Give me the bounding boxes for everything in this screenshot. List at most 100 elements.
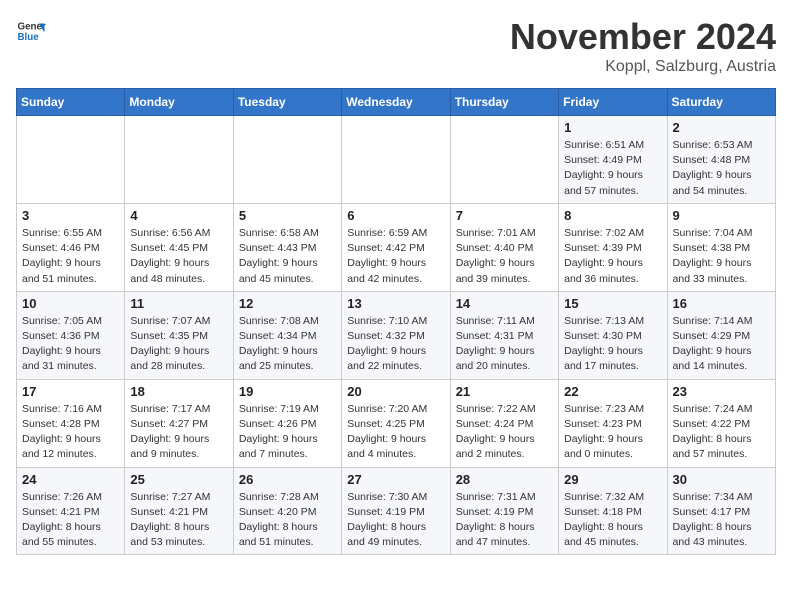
weekday-header-wednesday: Wednesday [342,89,450,116]
calendar-cell: 27 Sunrise: 7:30 AM Sunset: 4:19 PM Dayli… [342,467,450,555]
calendar-week-5: 24 Sunrise: 7:26 AM Sunset: 4:21 PM Dayli… [17,467,776,555]
day-info: Sunrise: 7:28 AM Sunset: 4:20 PM Dayligh… [239,490,336,551]
calendar-cell: 14Sunrise: 7:11 AM Sunset: 4:31 PM Dayli… [450,291,558,379]
calendar-week-2: 3 Sunrise: 6:55 AM Sunset: 4:46 PM Daylig… [17,203,776,291]
calendar-table: SundayMondayTuesdayWednesdayThursdayFrid… [16,88,776,555]
day-info: Sunrise: 6:53 AM Sunset: 4:48 PM Dayligh… [673,138,770,199]
day-info: Sunrise: 7:23 AM Sunset: 4:23 PM Dayligh… [564,402,661,463]
calendar-cell: 21 Sunrise: 7:22 AM Sunset: 4:24 PM Dayli… [450,379,558,467]
day-number: 3 [22,208,119,223]
day-info: Sunrise: 7:17 AM Sunset: 4:27 PM Dayligh… [130,402,227,463]
calendar-cell: 4 Sunrise: 6:56 AM Sunset: 4:45 PM Daylig… [125,203,233,291]
day-info: Sunrise: 7:10 AM Sunset: 4:32 PM Dayligh… [347,314,444,375]
calendar-week-1: 1Sunrise: 6:51 AM Sunset: 4:49 PM Daylig… [17,116,776,204]
day-number: 18 [130,384,227,399]
day-number: 8 [564,208,661,223]
calendar-cell [342,116,450,204]
day-info: Sunrise: 7:01 AM Sunset: 4:40 PM Dayligh… [456,226,553,287]
weekday-header-sunday: Sunday [17,89,125,116]
calendar-week-3: 10 Sunrise: 7:05 AM Sunset: 4:36 PM Dayli… [17,291,776,379]
day-info: Sunrise: 7:19 AM Sunset: 4:26 PM Dayligh… [239,402,336,463]
logo: General Blue [16,16,46,46]
calendar-cell: 7 Sunrise: 7:01 AM Sunset: 4:40 PM Daylig… [450,203,558,291]
calendar-cell: 15Sunrise: 7:13 AM Sunset: 4:30 PM Dayli… [559,291,667,379]
calendar-cell [233,116,341,204]
day-number: 20 [347,384,444,399]
day-number: 28 [456,472,553,487]
day-number: 12 [239,296,336,311]
day-number: 7 [456,208,553,223]
calendar-cell: 28 Sunrise: 7:31 AM Sunset: 4:19 PM Dayli… [450,467,558,555]
day-info: Sunrise: 6:51 AM Sunset: 4:49 PM Dayligh… [564,138,661,199]
calendar-cell: 16Sunrise: 7:14 AM Sunset: 4:29 PM Dayli… [667,291,775,379]
calendar-cell: 17Sunrise: 7:16 AM Sunset: 4:28 PM Dayli… [17,379,125,467]
day-number: 9 [673,208,770,223]
day-number: 4 [130,208,227,223]
day-number: 6 [347,208,444,223]
day-number: 22 [564,384,661,399]
day-info: Sunrise: 7:16 AM Sunset: 4:28 PM Dayligh… [22,402,119,463]
day-info: Sunrise: 6:55 AM Sunset: 4:46 PM Dayligh… [22,226,119,287]
day-info: Sunrise: 7:26 AM Sunset: 4:21 PM Dayligh… [22,490,119,551]
day-info: Sunrise: 7:31 AM Sunset: 4:19 PM Dayligh… [456,490,553,551]
calendar-cell: 6 Sunrise: 6:59 AM Sunset: 4:42 PM Daylig… [342,203,450,291]
calendar-cell: 18 Sunrise: 7:17 AM Sunset: 4:27 PM Dayli… [125,379,233,467]
month-title: November 2024 [510,16,776,58]
day-info: Sunrise: 6:56 AM Sunset: 4:45 PM Dayligh… [130,226,227,287]
calendar-cell: 3 Sunrise: 6:55 AM Sunset: 4:46 PM Daylig… [17,203,125,291]
day-number: 14 [456,296,553,311]
day-info: Sunrise: 7:27 AM Sunset: 4:21 PM Dayligh… [130,490,227,551]
weekday-header-saturday: Saturday [667,89,775,116]
calendar-cell: 29Sunrise: 7:32 AM Sunset: 4:18 PM Dayli… [559,467,667,555]
calendar-week-4: 17Sunrise: 7:16 AM Sunset: 4:28 PM Dayli… [17,379,776,467]
day-info: Sunrise: 7:04 AM Sunset: 4:38 PM Dayligh… [673,226,770,287]
logo-icon: General Blue [16,16,46,46]
calendar-cell: 1Sunrise: 6:51 AM Sunset: 4:49 PM Daylig… [559,116,667,204]
day-info: Sunrise: 7:32 AM Sunset: 4:18 PM Dayligh… [564,490,661,551]
day-number: 13 [347,296,444,311]
day-number: 16 [673,296,770,311]
calendar-cell: 22 Sunrise: 7:23 AM Sunset: 4:23 PM Dayli… [559,379,667,467]
day-number: 27 [347,472,444,487]
day-number: 30 [673,472,770,487]
calendar-cell [450,116,558,204]
calendar-cell: 8 Sunrise: 7:02 AM Sunset: 4:39 PM Daylig… [559,203,667,291]
day-info: Sunrise: 7:05 AM Sunset: 4:36 PM Dayligh… [22,314,119,375]
calendar-cell: 24 Sunrise: 7:26 AM Sunset: 4:21 PM Dayli… [17,467,125,555]
weekday-header-tuesday: Tuesday [233,89,341,116]
location: Koppl, Salzburg, Austria [510,58,776,76]
calendar-cell: 30 Sunrise: 7:34 AM Sunset: 4:17 PM Dayli… [667,467,775,555]
weekday-header-thursday: Thursday [450,89,558,116]
calendar-cell: 2 Sunrise: 6:53 AM Sunset: 4:48 PM Daylig… [667,116,775,204]
calendar-header: SundayMondayTuesdayWednesdayThursdayFrid… [17,89,776,116]
day-number: 2 [673,120,770,135]
day-number: 24 [22,472,119,487]
day-number: 21 [456,384,553,399]
calendar-cell: 23Sunrise: 7:24 AM Sunset: 4:22 PM Dayli… [667,379,775,467]
calendar-cell: 13 Sunrise: 7:10 AM Sunset: 4:32 PM Dayli… [342,291,450,379]
calendar-cell: 26Sunrise: 7:28 AM Sunset: 4:20 PM Dayli… [233,467,341,555]
day-number: 25 [130,472,227,487]
calendar-cell: 19 Sunrise: 7:19 AM Sunset: 4:26 PM Dayli… [233,379,341,467]
svg-text:Blue: Blue [18,32,40,43]
weekday-header-friday: Friday [559,89,667,116]
day-info: Sunrise: 7:34 AM Sunset: 4:17 PM Dayligh… [673,490,770,551]
day-info: Sunrise: 6:58 AM Sunset: 4:43 PM Dayligh… [239,226,336,287]
page-header: General Blue November 2024 Koppl, Salzbu… [16,16,776,76]
day-number: 10 [22,296,119,311]
day-number: 15 [564,296,661,311]
day-info: Sunrise: 7:08 AM Sunset: 4:34 PM Dayligh… [239,314,336,375]
day-info: Sunrise: 7:02 AM Sunset: 4:39 PM Dayligh… [564,226,661,287]
calendar-cell [17,116,125,204]
day-info: Sunrise: 7:22 AM Sunset: 4:24 PM Dayligh… [456,402,553,463]
day-info: Sunrise: 6:59 AM Sunset: 4:42 PM Dayligh… [347,226,444,287]
day-number: 19 [239,384,336,399]
calendar-cell: 20 Sunrise: 7:20 AM Sunset: 4:25 PM Dayli… [342,379,450,467]
day-info: Sunrise: 7:30 AM Sunset: 4:19 PM Dayligh… [347,490,444,551]
day-number: 11 [130,296,227,311]
calendar-cell: 5Sunrise: 6:58 AM Sunset: 4:43 PM Daylig… [233,203,341,291]
day-info: Sunrise: 7:20 AM Sunset: 4:25 PM Dayligh… [347,402,444,463]
calendar-cell: 11Sunrise: 7:07 AM Sunset: 4:35 PM Dayli… [125,291,233,379]
weekday-header-monday: Monday [125,89,233,116]
title-block: November 2024 Koppl, Salzburg, Austria [510,16,776,76]
